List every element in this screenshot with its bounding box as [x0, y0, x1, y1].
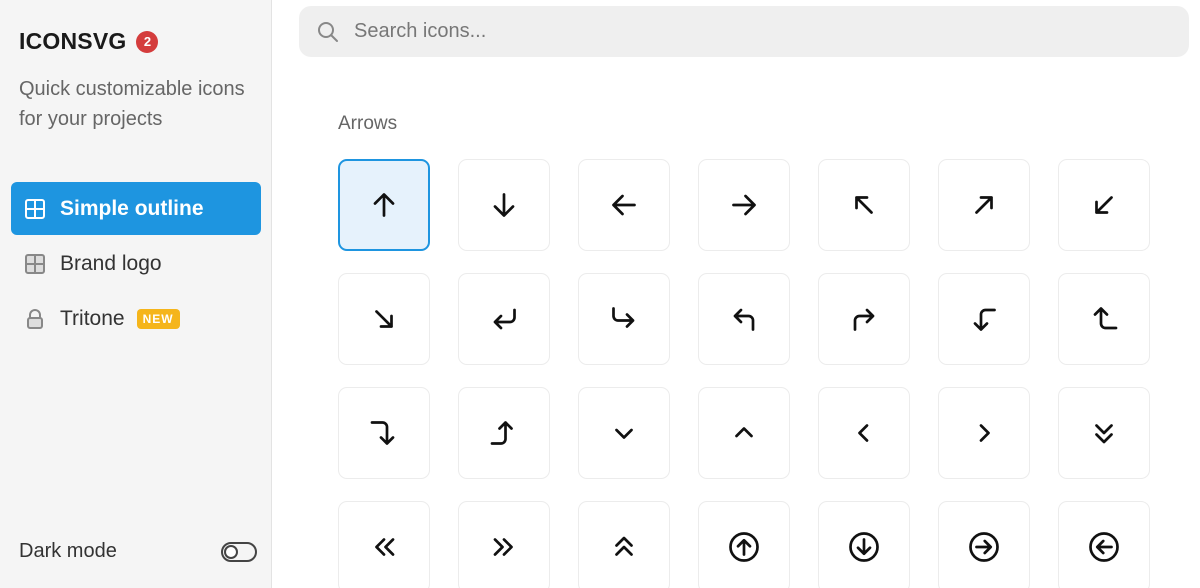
- brand-name[interactable]: ICONSVG: [19, 28, 126, 55]
- arrow-up-left-icon: [855, 196, 873, 214]
- chevrons-right-icon: [493, 538, 513, 556]
- icon-tile-chevrons-left[interactable]: [338, 501, 430, 588]
- icon-tile-corner-left-up[interactable]: [1058, 273, 1150, 365]
- icon-tile-arrow-left[interactable]: [578, 159, 670, 251]
- icon-tile-arrow-down-right[interactable]: [338, 273, 430, 365]
- icon-tile-chevrons-up[interactable]: [578, 501, 670, 588]
- chevrons-down-icon: [1095, 424, 1113, 444]
- arrow-up-right-icon: [975, 196, 993, 214]
- arrow-down-left-icon: [1095, 196, 1113, 214]
- dark-mode-toggle[interactable]: [221, 541, 257, 562]
- corner-left-down-icon: [973, 308, 996, 331]
- icon-tile-chevron-up[interactable]: [698, 387, 790, 479]
- icon-tile-corner-right-up[interactable]: [458, 387, 550, 479]
- search-icon: [316, 20, 340, 44]
- circle-arrow-down-icon: [849, 532, 879, 562]
- circle-arrow-left-icon: [1089, 532, 1119, 562]
- sidebar-nav: Simple outline Brand logo Tritone NEW: [11, 182, 261, 347]
- arrow-left-icon: [612, 194, 636, 216]
- icon-tile-arrow-up[interactable]: [338, 159, 430, 251]
- arrow-down-right-icon: [375, 310, 393, 328]
- icon-tile-circle-arrow-left[interactable]: [1058, 501, 1150, 588]
- dark-mode-label: Dark mode: [19, 540, 117, 562]
- arrow-up-icon: [373, 193, 395, 217]
- icon-tile-chevron-down[interactable]: [578, 387, 670, 479]
- grid-icon: [24, 253, 46, 275]
- sidebar-item-label: Brand logo: [60, 251, 162, 275]
- icon-tile-chevrons-down[interactable]: [1058, 387, 1150, 479]
- sidebar-item-tritone[interactable]: Tritone NEW: [11, 292, 261, 345]
- grid-icon: [24, 198, 46, 220]
- chevrons-left-icon: [375, 538, 395, 556]
- corner-right-up-icon: [490, 421, 513, 445]
- chevron-up-icon: [735, 427, 753, 438]
- icon-tile-corner-down-left[interactable]: [458, 273, 550, 365]
- icon-tile-corner-up-right[interactable]: [818, 273, 910, 365]
- icon-tile-corner-right-down[interactable]: [338, 387, 430, 479]
- icon-tile-circle-arrow-right[interactable]: [938, 501, 1030, 588]
- icon-tile-chevron-right[interactable]: [938, 387, 1030, 479]
- brand[interactable]: ICONSVG 2: [19, 28, 159, 55]
- icon-tile-arrow-up-right[interactable]: [938, 159, 1030, 251]
- circle-arrow-right-icon: [969, 532, 999, 562]
- section-title: Arrows: [338, 113, 398, 134]
- sidebar-item-label: Simple outline: [60, 196, 204, 220]
- chevrons-up-icon: [615, 536, 633, 556]
- toggle-knob: [224, 544, 238, 559]
- tagline: Quick customizable icons for your projec…: [19, 78, 245, 130]
- corner-up-left-icon: [733, 308, 755, 331]
- search-input[interactable]: [354, 20, 1134, 43]
- icon-tile-circle-arrow-up[interactable]: [698, 501, 790, 588]
- icon-grid: [338, 159, 1150, 588]
- corner-right-down-icon: [370, 421, 395, 445]
- circle-arrow-up-icon: [729, 532, 759, 562]
- icon-tile-corner-left-down[interactable]: [938, 273, 1030, 365]
- chevron-down-icon: [615, 428, 633, 439]
- notification-badge[interactable]: 2: [136, 30, 159, 53]
- icon-tile-chevron-left[interactable]: [818, 387, 910, 479]
- dark-mode-row: Dark mode: [19, 540, 257, 563]
- search-bar: [299, 6, 1189, 57]
- corner-down-left-icon: [493, 308, 516, 330]
- corner-up-right-icon: [853, 308, 875, 331]
- icon-tile-chevrons-right[interactable]: [458, 501, 550, 588]
- icon-tile-arrow-up-left[interactable]: [818, 159, 910, 251]
- icon-tile-circle-arrow-down[interactable]: [818, 501, 910, 588]
- chevron-left-icon: [858, 424, 869, 442]
- sidebar-item-simple-outline[interactable]: Simple outline: [11, 182, 261, 235]
- icon-tile-corner-down-right[interactable]: [578, 273, 670, 365]
- corner-left-up-icon: [1093, 307, 1118, 330]
- icon-tile-corner-up-left[interactable]: [698, 273, 790, 365]
- arrow-right-icon: [732, 194, 756, 216]
- sidebar: ICONSVG 2 Quick customizable icons for y…: [0, 0, 272, 588]
- new-badge: NEW: [136, 308, 180, 329]
- icon-tile-arrow-right[interactable]: [698, 159, 790, 251]
- sidebar-item-brand-logo[interactable]: Brand logo: [11, 237, 261, 290]
- sidebar-item-label: Tritone: [60, 306, 125, 330]
- chevron-right-icon: [979, 424, 990, 442]
- arrow-down-icon: [493, 193, 515, 217]
- lock-icon: [24, 308, 46, 330]
- corner-down-right-icon: [612, 307, 635, 328]
- icon-tile-arrow-down[interactable]: [458, 159, 550, 251]
- icon-tile-arrow-down-left[interactable]: [1058, 159, 1150, 251]
